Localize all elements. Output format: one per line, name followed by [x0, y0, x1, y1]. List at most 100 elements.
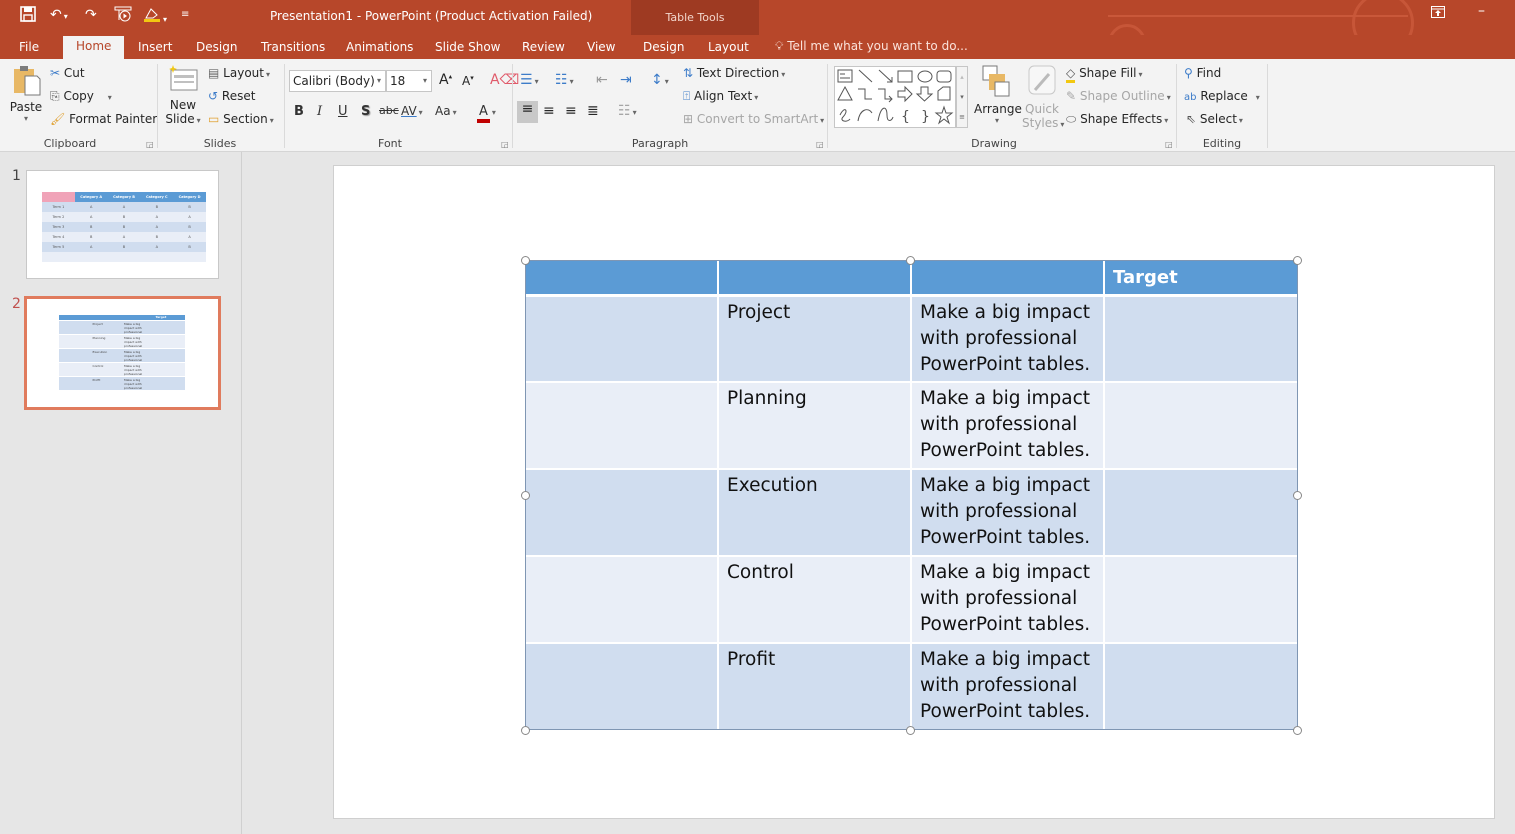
- font-name-combo[interactable]: Calibri (Body) ▾: [289, 70, 386, 92]
- italic-button[interactable]: I: [317, 104, 322, 119]
- resize-handle-bottom-left[interactable]: [521, 726, 530, 735]
- tab-slide-show[interactable]: Slide Show: [435, 39, 500, 59]
- star-shape-icon[interactable]: [934, 105, 954, 125]
- font-size-dropdown-icon[interactable]: ▾: [423, 71, 427, 91]
- resize-handle-top-left[interactable]: [521, 256, 530, 265]
- change-case-button[interactable]: Aa ▾: [435, 104, 457, 118]
- font-dialog-launcher-icon[interactable]: ◲: [501, 140, 509, 149]
- new-slide-button[interactable]: New Slide ▾: [164, 64, 202, 126]
- clipboard-dialog-launcher-icon[interactable]: ◲: [146, 140, 154, 149]
- rounded-rectangle-shape-icon[interactable]: [936, 70, 952, 83]
- bullets-button[interactable]: ☰ ▾: [520, 72, 539, 88]
- format-painter-button[interactable]: 🖌︎ Format Painter: [50, 112, 157, 126]
- resize-handle-left[interactable]: [521, 491, 530, 500]
- left-brace-shape-icon[interactable]: {: [901, 109, 910, 125]
- tab-view[interactable]: View: [587, 39, 615, 59]
- tell-me-search[interactable]: 💡︎ Tell me what you want to do...: [775, 39, 968, 54]
- table-cell[interactable]: Make a big impact with professional Powe…: [911, 469, 1105, 557]
- table-cell[interactable]: [1104, 382, 1297, 470]
- text-box-shape-icon[interactable]: [837, 69, 853, 83]
- line-spacing-button[interactable]: ↕ ▾: [651, 72, 669, 88]
- save-icon[interactable]: [20, 6, 36, 27]
- shape-outline-button[interactable]: ✎ Shape Outline ▾: [1066, 89, 1171, 103]
- minimize-icon[interactable]: –: [1478, 3, 1485, 19]
- tab-home[interactable]: Home: [63, 36, 125, 59]
- tab-transitions[interactable]: Transitions: [261, 39, 325, 59]
- arc-shape-icon[interactable]: [857, 109, 873, 122]
- align-right-button[interactable]: ≡: [565, 103, 577, 119]
- clear-formatting-icon[interactable]: A⌫: [490, 72, 519, 88]
- elbow-arrow-shape-icon[interactable]: [878, 88, 893, 103]
- shapes-gallery-scroll[interactable]: ▴ ▾ ≡: [956, 66, 968, 128]
- text-shadow-button[interactable]: S: [361, 104, 370, 119]
- copy-button[interactable]: ⎘ Copy ▾: [50, 89, 112, 104]
- resize-handle-top-right[interactable]: [1293, 256, 1302, 265]
- ribbon-display-options-icon[interactable]: [1431, 6, 1445, 22]
- align-text-button[interactable]: ⍐ Align Text ▾: [683, 89, 758, 104]
- font-size-combo[interactable]: 18 ▾: [386, 70, 432, 92]
- table-cell[interactable]: Make a big impact with professional Powe…: [911, 382, 1105, 470]
- touch-mouse-mode-icon[interactable]: ▾: [143, 6, 167, 29]
- table-cell[interactable]: [1104, 469, 1297, 557]
- shape-effects-button[interactable]: ⬭ Shape Effects ▾: [1066, 112, 1168, 127]
- columns-button[interactable]: ☷ ▾: [618, 103, 637, 119]
- character-spacing-button[interactable]: AV ▾: [401, 104, 423, 118]
- table-cell[interactable]: [1104, 295, 1297, 383]
- arrange-button[interactable]: Arrange ▾: [974, 64, 1022, 125]
- quick-styles-button[interactable]: Quick Styles ▾: [1022, 64, 1064, 130]
- reset-button[interactable]: ↺ Reset: [208, 89, 255, 103]
- tab-table-design[interactable]: Design: [643, 39, 684, 59]
- undo-icon[interactable]: ↶ ▾: [50, 6, 68, 26]
- start-from-beginning-icon[interactable]: [114, 6, 132, 27]
- table-cell[interactable]: [525, 556, 719, 644]
- font-color-button[interactable]: A ▾: [477, 104, 496, 123]
- curve-shape-icon[interactable]: [877, 107, 894, 122]
- numbering-button[interactable]: ☷ ▾: [555, 72, 574, 88]
- table-cell[interactable]: Profit: [718, 643, 912, 731]
- find-button[interactable]: ⚲ Find: [1184, 66, 1221, 80]
- rectangle-shape-icon[interactable]: [897, 70, 913, 83]
- right-arrow-shape-icon[interactable]: [897, 85, 913, 103]
- table-header-cell[interactable]: Target: [1104, 260, 1297, 297]
- gallery-up-icon[interactable]: ▴: [957, 67, 967, 87]
- copy-dropdown-icon[interactable]: ▾: [108, 93, 112, 102]
- font-name-dropdown-icon[interactable]: ▾: [377, 71, 381, 91]
- table-cell[interactable]: Make a big impact with professional Powe…: [911, 556, 1105, 644]
- increase-font-size-icon[interactable]: A▴: [439, 72, 452, 88]
- shapes-gallery[interactable]: { }: [834, 66, 956, 128]
- paragraph-dialog-launcher-icon[interactable]: ◲: [816, 140, 824, 149]
- slide-thumbnail-1[interactable]: Category A Category B Category C Category D…: [26, 170, 219, 279]
- strikethrough-button[interactable]: abc: [379, 104, 399, 117]
- resize-handle-bottom[interactable]: [906, 726, 915, 735]
- tab-insert[interactable]: Insert: [138, 39, 172, 59]
- tab-file[interactable]: File: [19, 39, 39, 59]
- table-cell[interactable]: [525, 382, 719, 470]
- gallery-more-icon[interactable]: ≡: [957, 107, 967, 127]
- cut-button[interactable]: ✂ Cut: [50, 66, 85, 80]
- layout-button[interactable]: ▤ Layout ▾: [208, 66, 270, 80]
- table-cell[interactable]: Make a big impact with professional Powe…: [911, 295, 1105, 383]
- justify-button[interactable]: ≣: [587, 103, 599, 119]
- decrease-font-size-icon[interactable]: A▾: [462, 74, 474, 88]
- underline-button[interactable]: U: [338, 104, 348, 119]
- tab-animations[interactable]: Animations: [346, 39, 413, 59]
- freeform-shape-icon[interactable]: [937, 86, 951, 101]
- table-cell[interactable]: Make a big impact with professional Powe…: [911, 643, 1105, 731]
- table-cell[interactable]: [525, 295, 719, 383]
- line-shape-icon[interactable]: [858, 69, 873, 83]
- align-center-button[interactable]: ≡: [543, 103, 555, 119]
- tab-table-layout[interactable]: Layout: [708, 39, 749, 59]
- decrease-indent-button[interactable]: ⇤: [596, 72, 608, 88]
- select-button[interactable]: ⇖ Select ▾: [1186, 112, 1243, 126]
- arrow-shape-icon[interactable]: [878, 69, 893, 83]
- oval-shape-icon[interactable]: [917, 70, 933, 83]
- down-arrow-shape-icon[interactable]: [915, 86, 934, 102]
- gallery-down-icon[interactable]: ▾: [957, 87, 967, 107]
- redo-icon[interactable]: ↷: [85, 6, 97, 24]
- table-cell[interactable]: Execution: [718, 469, 912, 557]
- bold-button[interactable]: B: [294, 104, 304, 119]
- table-cell[interactable]: Planning: [718, 382, 912, 470]
- table-cell[interactable]: Project: [718, 295, 912, 383]
- section-button[interactable]: ▭ Section ▾: [208, 112, 274, 126]
- scribble-shape-icon[interactable]: [839, 109, 851, 122]
